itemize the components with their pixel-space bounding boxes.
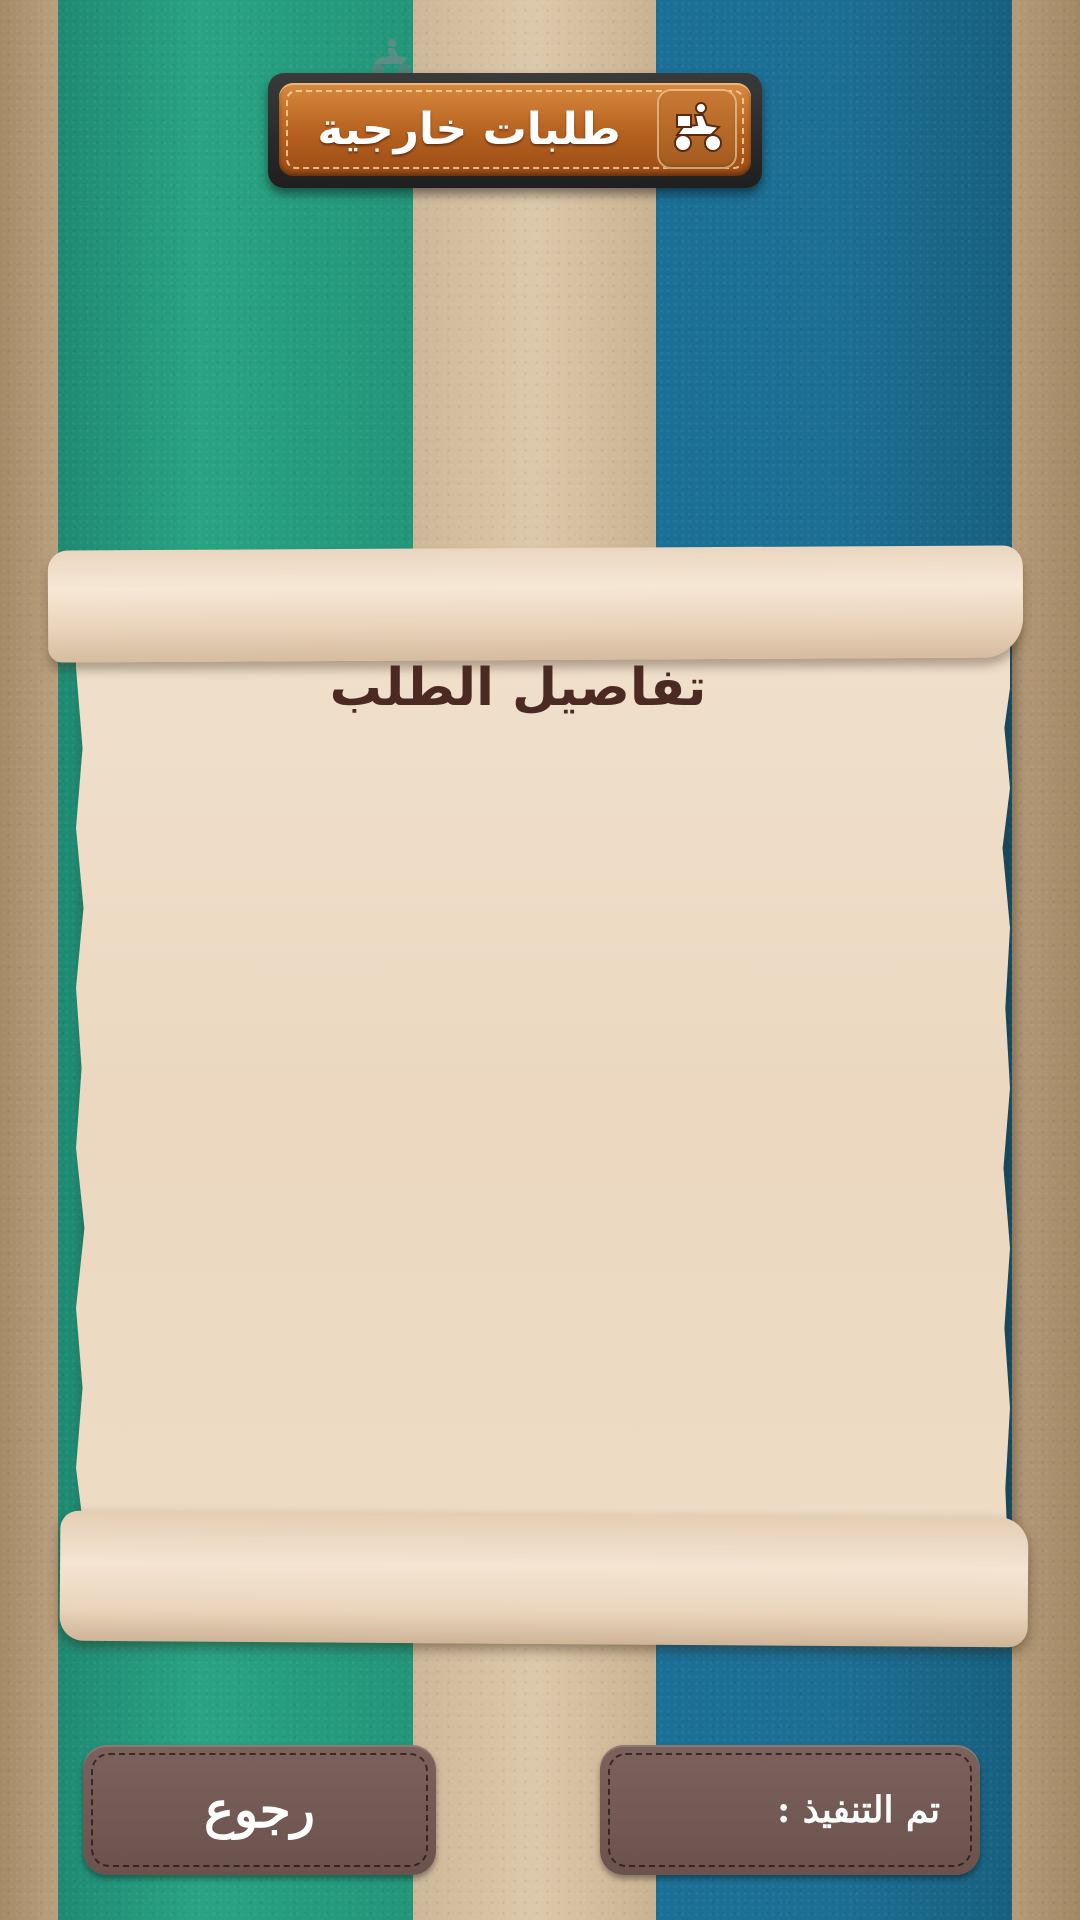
screen: طلبات خارجية تفاصيل الطلب رجوع تم التنفي… [0, 0, 1080, 1920]
done-button[interactable]: تم التنفيذ : [600, 1745, 980, 1875]
scooter-decoration-icon [372, 39, 410, 76]
header-badge: طلبات خارجية [268, 73, 762, 188]
back-button-label: رجوع [204, 1780, 315, 1839]
scroll-roll-bottom [59, 1510, 1029, 1648]
order-details-title: تفاصيل الطلب [329, 658, 707, 718]
delivery-badge [657, 89, 737, 169]
scroll-roll-top [47, 545, 1024, 663]
header-leather: طلبات خارجية [279, 83, 751, 176]
scroll-paper [76, 608, 1010, 1608]
done-button-label: تم التنفيذ : [776, 1789, 940, 1831]
page-title: طلبات خارجية [317, 104, 621, 155]
back-button[interactable]: رجوع [83, 1745, 436, 1875]
delivery-scooter-icon [674, 102, 722, 152]
order-details-scroll: تفاصيل الطلب [47, 545, 1029, 1648]
